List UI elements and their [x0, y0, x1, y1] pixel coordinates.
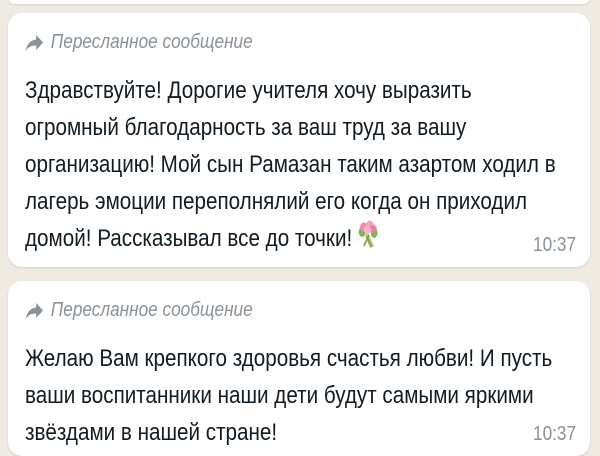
message-time: 10:37: [532, 234, 576, 256]
message-text-container: Желаю Вам крепкого здоровья счастья любв…: [25, 340, 558, 451]
message-text: Желаю Вам крепкого здоровья счастья любв…: [25, 345, 553, 446]
forwarded-label: Пересланное сообщение: [50, 299, 253, 321]
forwarded-header: Пересланное сообщение: [25, 299, 494, 322]
message-text: Здравствуйте! Дорогие учителя хочу выраз…: [25, 77, 556, 252]
message-text-container: Здравствуйте! Дорогие учителя хочу выраз…: [25, 72, 558, 261]
forward-arrow-icon: [25, 302, 44, 319]
forwarded-label: Пересланное сообщение: [50, 31, 253, 53]
forward-arrow-icon: [25, 34, 44, 51]
message-time: 10:37: [532, 423, 576, 445]
message-bubble[interactable]: Пересланное сообщение Здравствуйте! Доро…: [8, 13, 590, 267]
previous-message-bubble: [8, 0, 590, 4]
forwarded-header: Пересланное сообщение: [25, 31, 494, 54]
bouquet-icon: [356, 220, 380, 261]
message-bubble[interactable]: Пересланное сообщение Желаю Вам крепкого…: [8, 281, 590, 456]
